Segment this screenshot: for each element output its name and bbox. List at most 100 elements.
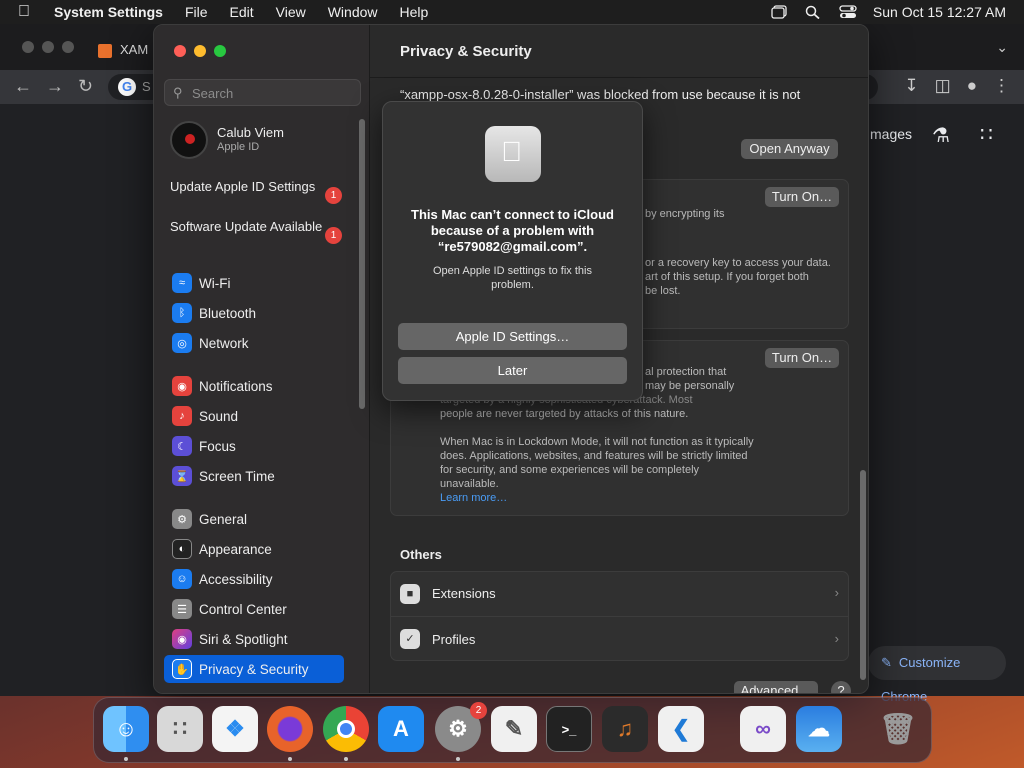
finder-icon[interactable]: ☺ — [103, 706, 149, 752]
trash-icon[interactable]: 🗑 — [875, 706, 921, 752]
minimize-icon[interactable] — [42, 41, 54, 53]
sidebar-item-control-center[interactable]: ☰ Control Center — [164, 595, 344, 623]
sidebar-item-label: Sound — [199, 408, 239, 424]
account-name: Calub Viem — [217, 125, 284, 140]
sidebar-item-label: Screen Time — [199, 468, 275, 484]
extensions-row[interactable]: ■ Extensions › — [390, 571, 849, 616]
siri-icon: ◉ — [172, 629, 192, 649]
back-icon[interactable]: ← — [14, 76, 32, 97]
apple-menu-icon[interactable]:  — [18, 3, 38, 21]
sidebar-item-label: Appearance — [199, 541, 272, 557]
sidebar-item-label: Notifications — [199, 378, 273, 394]
profile-icon[interactable]: ● — [967, 76, 977, 96]
download-icon[interactable]: ↧ — [904, 76, 918, 96]
sidebar-item-label: Network — [199, 335, 249, 351]
running-indicator — [456, 757, 460, 761]
chrome-icon[interactable] — [323, 706, 369, 752]
chevron-right-icon: › — [834, 585, 839, 600]
profiles-label: Profiles — [432, 631, 476, 647]
close-icon[interactable] — [22, 41, 34, 53]
zoom-window-icon[interactable] — [214, 45, 226, 57]
minimize-window-icon[interactable] — [194, 45, 206, 57]
google-apps-grid-icon[interactable]: ∷ — [980, 122, 993, 147]
apple-id-account[interactable]: Calub Viem Apple ID — [170, 121, 360, 161]
recovery-text-3: be lost. — [645, 285, 681, 297]
visual-studio-icon[interactable]: ∞ — [740, 706, 786, 752]
sidebar-item-general[interactable]: ⚙ General — [164, 505, 344, 533]
help-button[interactable]: ? — [831, 681, 851, 693]
side-panel-icon[interactable]: ◫ — [935, 76, 951, 96]
close-window-icon[interactable] — [174, 45, 186, 57]
menu-app-name[interactable]: System Settings — [54, 4, 163, 20]
hourglass-icon: ⌛ — [172, 466, 192, 486]
spotlight-search-icon[interactable] — [805, 5, 821, 20]
weather-icon[interactable]: ☁ — [796, 706, 842, 752]
sidebar-item-siri-spotlight[interactable]: ◉ Siri & Spotlight — [164, 625, 344, 653]
menu-clock[interactable]: Sun Oct 15 12:27 AM — [873, 4, 1006, 20]
google-images-link[interactable]: mages — [870, 126, 912, 142]
zoom-icon[interactable] — [62, 41, 74, 53]
sidebar-item-sound[interactable]: ♪ Sound — [164, 402, 344, 430]
notice-badge: 1 — [325, 227, 342, 244]
header-divider — [370, 77, 868, 78]
sidebar-item-bluetooth[interactable]: ᛒ Bluetooth — [164, 299, 344, 327]
more-menu-icon[interactable]: ⋮ — [993, 76, 1010, 96]
stage-manager-icon[interactable] — [771, 5, 787, 19]
menu-window[interactable]: Window — [328, 4, 378, 20]
lockdown-turn-on-button[interactable]: Turn On… — [765, 348, 839, 368]
advanced-button[interactable]: Advanced… — [734, 681, 818, 693]
google-icon: G — [118, 78, 136, 96]
later-button[interactable]: Later — [398, 357, 627, 384]
menu-file[interactable]: File — [185, 4, 208, 20]
sidebar-item-wifi[interactable]: ≈ Wi-Fi — [164, 269, 344, 297]
firefox-icon[interactable] — [267, 706, 313, 752]
apple-id-settings-button[interactable]: Apple ID Settings… — [398, 323, 627, 350]
garageband-icon[interactable]: ♫ — [602, 706, 648, 752]
sidebar-search-field[interactable]: ⚲ Search — [164, 79, 361, 106]
globe-icon: ◎ — [172, 333, 192, 353]
menu-edit[interactable]: Edit — [230, 4, 254, 20]
profiles-row[interactable]: ✓ Profiles › — [390, 616, 849, 661]
sidebar-item-screen-time[interactable]: ⌛ Screen Time — [164, 462, 344, 490]
menu-view[interactable]: View — [276, 4, 306, 20]
terminal-icon[interactable]: >_ — [546, 706, 592, 752]
accessibility-icon: ☺ — [172, 569, 192, 589]
sidebar-item-label: Focus — [199, 438, 236, 454]
filevault-text: by encrypting its — [645, 208, 725, 220]
recovery-text-1: or a recovery key to access your data. — [645, 257, 831, 269]
safari-icon[interactable]: ❖ — [212, 706, 258, 752]
sidebar-item-network[interactable]: ◎ Network — [164, 329, 344, 357]
sidebar-item-notifications[interactable]: ◉ Notifications — [164, 372, 344, 400]
chrome-toolbar-actions: ↧ ◫ ● ⋮ — [904, 76, 1010, 96]
software-update-notice[interactable]: Software Update Available 1 — [170, 219, 342, 244]
dialog-title: This Mac can’t connect to iCloud because… — [411, 207, 614, 254]
sidebar-item-privacy-security[interactable]: ✋ Privacy & Security — [164, 655, 344, 683]
launchpad-icon[interactable]: ∷ — [157, 706, 203, 752]
window-traffic-lights — [174, 45, 226, 57]
search-placeholder: Search — [192, 86, 234, 101]
control-center-menu-icon[interactable] — [839, 5, 857, 19]
menu-help[interactable]: Help — [400, 4, 429, 20]
reload-icon[interactable]: ↻ — [78, 76, 93, 97]
main-scrollbar[interactable] — [860, 470, 866, 680]
tab-search-chevron-icon[interactable]: ⌄ — [996, 39, 1008, 56]
dock: ☺ ∷ ❖ A ⚙ 2 ✎ >_ ♫ ❮ ∞ ☁ 🗑 — [93, 697, 932, 763]
sidebar-item-appearance[interactable]: ◐ Appearance — [164, 535, 344, 563]
sidebar-item-label: Privacy & Security — [199, 661, 309, 677]
learn-more-link[interactable]: Learn more… — [440, 491, 507, 505]
sidebar-item-focus[interactable]: ☾ Focus — [164, 432, 344, 460]
vscode-icon[interactable]: ❮ — [658, 706, 704, 752]
filevault-turn-on-button[interactable]: Turn On… — [765, 187, 839, 207]
customize-chrome-button[interactable]: ✎Customize Chrome — [868, 646, 1006, 704]
update-apple-id-notice[interactable]: Update Apple ID Settings 1 — [170, 179, 342, 204]
forward-icon[interactable]: → — [46, 76, 64, 97]
labs-flask-icon[interactable]: ⚗ — [932, 123, 950, 148]
search-icon: ⚲ — [173, 85, 183, 100]
sidebar-item-label: Control Center — [199, 601, 287, 617]
textedit-icon[interactable]: ✎ — [491, 706, 537, 752]
sidebar-item-accessibility[interactable]: ☺ Accessibility — [164, 565, 344, 593]
sidebar-scrollbar[interactable] — [359, 119, 365, 409]
app-store-icon[interactable]: A — [378, 706, 424, 752]
recovery-text-2: art of this setup. If you forget both — [645, 271, 809, 283]
open-anyway-button[interactable]: Open Anyway — [741, 139, 838, 159]
